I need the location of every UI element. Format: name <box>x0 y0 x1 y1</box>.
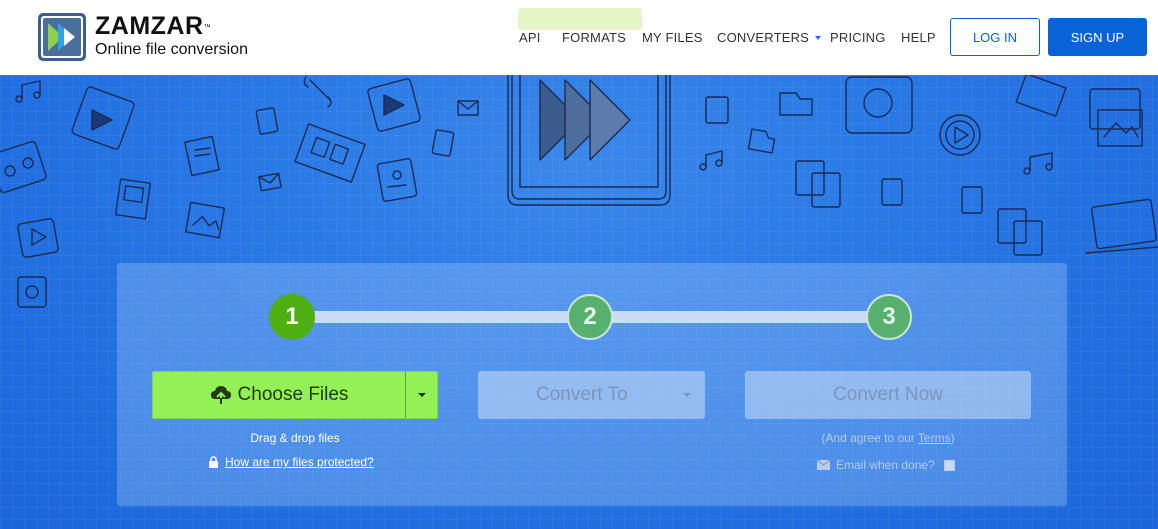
video-icon <box>71 86 135 150</box>
drag-drop-hint: Drag & drop files <box>250 431 340 445</box>
document-icon <box>431 129 455 157</box>
document-icon <box>705 96 729 124</box>
site-header: ZAMZAR™ Online file conversion API FORMA… <box>0 0 1158 75</box>
step-1-indicator: 1 <box>269 294 315 340</box>
document-icon <box>881 178 903 206</box>
tablet-play-icon <box>507 75 671 206</box>
image-icon <box>184 201 226 239</box>
document-icon <box>255 107 279 135</box>
video-icon <box>367 78 421 132</box>
nav-pricing[interactable]: PRICING <box>830 30 886 45</box>
lock-icon <box>209 456 218 468</box>
step-3-indicator: 3 <box>866 294 912 340</box>
convert-to-label: Convert To <box>536 384 628 405</box>
folder-icon <box>779 92 813 116</box>
nav-my-files[interactable]: MY FILES <box>642 30 703 45</box>
choose-files-dropdown[interactable] <box>406 372 437 418</box>
choose-files-button[interactable]: Choose Files <box>152 371 438 419</box>
nav-api[interactable]: API <box>519 30 541 45</box>
convert-to-select[interactable]: Convert To <box>478 371 705 419</box>
email-checkbox[interactable] <box>943 459 955 471</box>
file-icon <box>114 178 152 220</box>
terms-agreement: (And agree to our Terms) <box>821 431 955 445</box>
laptop-icon <box>1085 198 1158 254</box>
terms-link[interactable]: Terms <box>918 431 951 445</box>
step-2-indicator: 2 <box>567 294 613 340</box>
chevron-down-icon <box>683 393 691 397</box>
music-icon <box>699 150 723 171</box>
envelope-icon <box>817 460 830 470</box>
choose-files-label: Choose Files <box>237 384 349 405</box>
email-label: Email when done? <box>836 458 935 472</box>
chevron-down-icon <box>815 35 822 40</box>
nav-help[interactable]: HELP <box>901 30 936 45</box>
nav-formats[interactable]: FORMATS <box>562 30 626 45</box>
files-protected-label: How are my files protected? <box>225 455 374 469</box>
logo-mark-icon <box>38 13 86 61</box>
document-icon <box>961 186 983 214</box>
document-icon <box>376 158 418 202</box>
brand-name: ZAMZAR™ <box>95 12 212 40</box>
mail-icon <box>258 172 282 192</box>
file-icon <box>184 135 220 177</box>
choose-files-main[interactable]: Choose Files <box>153 372 405 418</box>
logo[interactable]: ZAMZAR™ Online file conversion <box>37 12 248 62</box>
files-protected-link[interactable]: How are my files protected? <box>208 455 374 469</box>
clipboard-icon <box>795 160 841 208</box>
clipboard-icon <box>997 208 1043 256</box>
disc-icon <box>845 76 913 134</box>
mail-icon <box>457 100 479 116</box>
film-icon <box>294 123 366 183</box>
image-icon <box>1097 109 1143 147</box>
video-icon <box>939 114 981 156</box>
cloud-upload-icon <box>210 386 231 404</box>
signup-button[interactable]: SIGN UP <box>1048 18 1147 56</box>
cassette-icon <box>0 140 47 194</box>
music-icon <box>1023 152 1053 175</box>
convert-now-button[interactable]: Convert Now <box>745 371 1031 419</box>
email-when-done: Email when done? <box>817 458 955 472</box>
promo-banner <box>518 8 642 30</box>
music-icon <box>15 80 41 103</box>
file-icon <box>17 276 47 308</box>
play-circle-icon <box>17 218 59 258</box>
wrench-icon <box>303 76 332 108</box>
login-button[interactable]: LOG IN <box>950 18 1040 56</box>
film-icon <box>1015 75 1067 117</box>
nav-converters[interactable]: CONVERTERS <box>717 30 822 45</box>
brand-tagline: Online file conversion <box>95 41 248 58</box>
chevron-down-icon <box>417 393 426 397</box>
folder-icon <box>747 128 776 154</box>
